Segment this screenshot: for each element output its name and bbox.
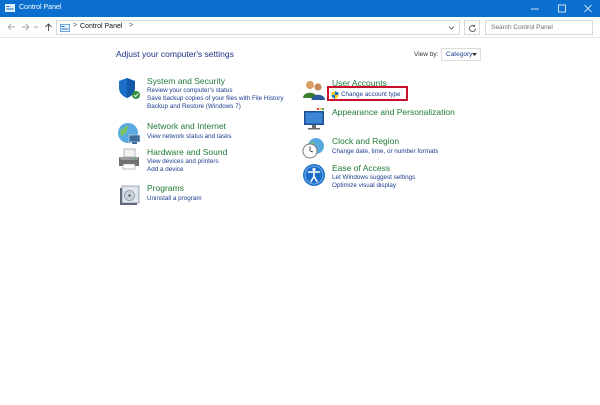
highlight-box: [327, 86, 408, 101]
minimize-button[interactable]: [523, 0, 547, 17]
chevron-down-icon[interactable]: [448, 24, 455, 31]
view-by-dropdown[interactable]: Category: [441, 48, 481, 61]
close-button[interactable]: [576, 0, 600, 17]
address-bar[interactable]: > Control Panel >: [56, 20, 460, 35]
up-button[interactable]: [43, 21, 54, 33]
arrow-left-icon: [6, 21, 17, 33]
breadcrumb-control-panel[interactable]: Control Panel: [80, 23, 122, 30]
link-file-history[interactable]: Save backup copies of your files with Fi…: [147, 95, 284, 102]
users-icon[interactable]: [302, 78, 326, 102]
link-uninstall-program[interactable]: Uninstall a program: [147, 195, 202, 202]
search-input[interactable]: Search Control Panel: [485, 20, 593, 35]
search-placeholder: Search Control Panel: [491, 24, 553, 31]
forward-button[interactable]: [20, 21, 31, 33]
breadcrumb-separator[interactable]: >: [129, 22, 133, 29]
view-by-label: View by:: [414, 51, 438, 58]
printer-icon[interactable]: [117, 147, 141, 171]
link-devices-printers[interactable]: View devices and printers: [147, 158, 219, 165]
category-ease-of-access: Ease of Access Let Windows suggest setti…: [302, 163, 462, 195]
breadcrumb-separator[interactable]: >: [73, 22, 77, 29]
page-title: Adjust your computer's settings: [116, 49, 234, 59]
control-panel-icon: [60, 24, 70, 32]
refresh-icon: [468, 24, 477, 33]
category-clock-region: Clock and Region Change date, time, or n…: [302, 136, 462, 160]
shield-icon[interactable]: [117, 76, 141, 100]
category-programs: Programs Uninstall a program: [117, 183, 287, 207]
programs-icon[interactable]: [117, 183, 141, 207]
back-button[interactable]: [6, 21, 17, 33]
link-backup-restore[interactable]: Backup and Restore (Windows 7): [147, 103, 241, 110]
arrow-up-icon: [43, 21, 54, 33]
category-title[interactable]: System and Security: [147, 76, 225, 86]
link-network-status[interactable]: View network status and tasks: [147, 133, 232, 140]
refresh-button[interactable]: [464, 20, 480, 35]
category-title[interactable]: Appearance and Personalization: [332, 107, 455, 117]
globe-icon[interactable]: [117, 121, 141, 145]
view-by-value: Category: [446, 51, 472, 58]
chevron-down-icon: [472, 53, 477, 57]
category-system-security: System and Security Review your computer…: [117, 76, 287, 116]
close-icon: [583, 4, 593, 13]
category-title[interactable]: Network and Internet: [147, 121, 226, 131]
monitor-paint-icon[interactable]: [302, 107, 326, 131]
link-add-device[interactable]: Add a device: [147, 166, 183, 173]
link-suggest-settings[interactable]: Let Windows suggest settings: [332, 174, 415, 181]
arrow-right-icon: [20, 21, 31, 33]
ease-of-access-icon[interactable]: [302, 163, 326, 187]
link-review-status[interactable]: Review your computer's status: [147, 87, 233, 94]
maximize-icon: [557, 4, 567, 13]
control-panel-icon: [5, 4, 15, 12]
category-title[interactable]: Hardware and Sound: [147, 147, 227, 157]
minimize-icon: [530, 4, 540, 13]
category-title[interactable]: Clock and Region: [332, 136, 399, 146]
recent-locations-button[interactable]: [32, 21, 43, 33]
category-hardware-sound: Hardware and Sound View devices and prin…: [117, 147, 287, 179]
chevron-down-icon: [32, 21, 40, 33]
category-network-internet: Network and Internet View network status…: [117, 121, 287, 145]
category-title[interactable]: Programs: [147, 183, 184, 193]
link-optimize-display[interactable]: Optimize visual display: [332, 182, 396, 189]
link-date-time-formats[interactable]: Change date, time, or number formats: [332, 148, 438, 155]
maximize-button[interactable]: [550, 0, 574, 17]
address-toolbar: > Control Panel > Search Control Panel: [0, 17, 600, 38]
category-title[interactable]: Ease of Access: [332, 163, 390, 173]
category-appearance: Appearance and Personalization: [302, 107, 462, 131]
clock-globe-icon[interactable]: [302, 136, 326, 160]
title-bar: Control Panel: [0, 0, 600, 17]
window-title: Control Panel: [19, 3, 61, 13]
